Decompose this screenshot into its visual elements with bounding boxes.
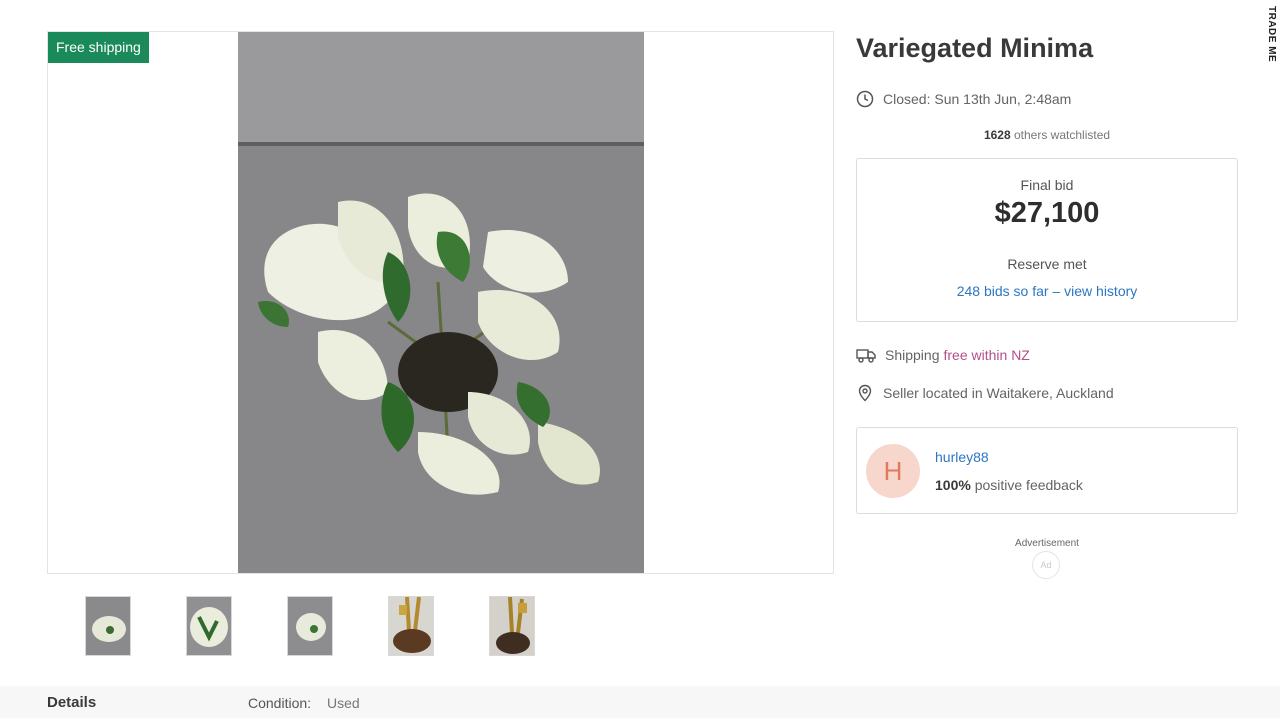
seller-feedback: 100% positive feedback [935, 477, 1083, 493]
main-image-frame[interactable]: Free shipping [47, 31, 834, 574]
feedback-text: positive feedback [970, 477, 1083, 493]
seller-avatar[interactable]: H [866, 444, 920, 498]
shipping-value: free within NZ [943, 347, 1030, 363]
shipping-label: Shipping [885, 347, 940, 363]
ad-icon[interactable]: Ad [1032, 551, 1060, 579]
thumbnail-3[interactable] [287, 596, 333, 656]
watchlist-number: 1628 [983, 128, 1011, 142]
shipping-row: Shipping free within NZ [856, 346, 1030, 364]
seller-location: Seller located in Waitakere, Auckland [883, 385, 1114, 401]
thumbnail-4[interactable] [388, 596, 434, 656]
watchlist-count: 1628 others watchlisted [856, 128, 1238, 142]
thumbnail-2[interactable] [186, 596, 232, 656]
view-bid-history-link[interactable]: 248 bids so far – view history [857, 283, 1237, 299]
feedback-percent: 100% [935, 477, 971, 493]
details-bar [0, 686, 1280, 718]
truck-icon [856, 349, 876, 363]
plant-photo-image [238, 32, 644, 573]
details-heading: Details [47, 694, 97, 711]
brand-watermark: TRADE ME [1266, 6, 1277, 63]
bid-box: Final bid $27,100 Reserve met 248 bids s… [856, 158, 1238, 322]
advertisement-label: Advertisement [1015, 538, 1079, 549]
location-pin-icon [858, 384, 872, 402]
thumbnail-5[interactable] [489, 596, 535, 656]
free-shipping-badge: Free shipping [48, 32, 149, 63]
thumbnail-1[interactable] [85, 596, 131, 656]
condition-value: Used [327, 695, 360, 711]
listing-title: Variegated Minima [856, 33, 1094, 63]
seller-username-link[interactable]: hurley88 [935, 449, 989, 465]
clock-icon [856, 90, 874, 108]
condition-label: Condition: [248, 695, 312, 711]
location-row: Seller located in Waitakere, Auckland [856, 384, 1114, 402]
closed-time: Closed: Sun 13th Jun, 2:48am [883, 91, 1072, 107]
plant-photo[interactable] [238, 32, 644, 573]
closed-row: Closed: Sun 13th Jun, 2:48am [856, 90, 1071, 108]
final-bid-label: Final bid [1020, 177, 1074, 193]
final-bid-amount: $27,100 [994, 197, 1100, 229]
reserve-status: Reserve met [1007, 256, 1087, 272]
seller-card[interactable]: H hurley88 100% positive feedback [856, 427, 1238, 514]
watchlist-text: others watchlisted [1010, 128, 1111, 142]
